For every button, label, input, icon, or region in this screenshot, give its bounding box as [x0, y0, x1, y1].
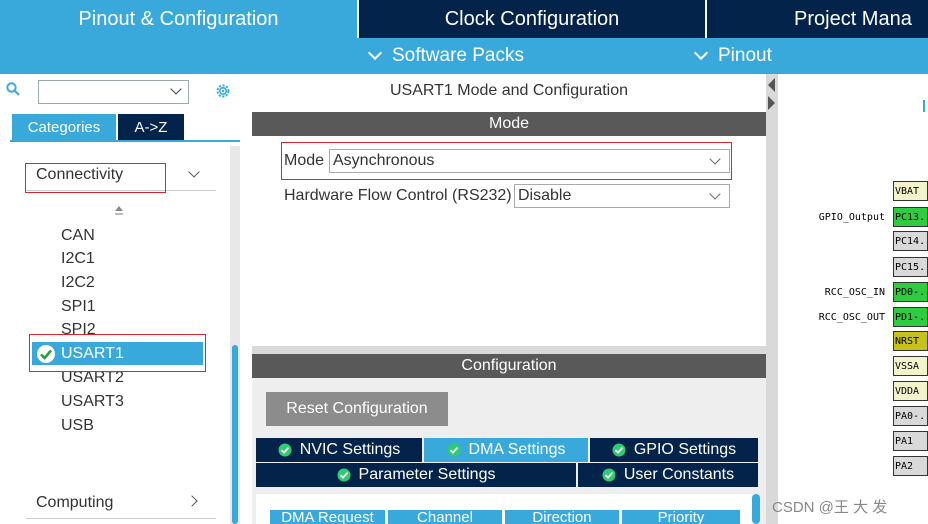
hardware-flow-control-select[interactable]: Disable [514, 184, 730, 208]
search-icon[interactable] [6, 82, 20, 96]
tab-parameter-label: Parameter Settings [358, 466, 496, 483]
hardware-flow-control-label: Hardware Flow Control (RS232) [284, 187, 512, 204]
pin-pa2[interactable]: PA2 [893, 456, 928, 476]
check-circle-icon [612, 443, 626, 457]
reset-configuration-button[interactable]: Reset Configuration [266, 392, 448, 426]
tab-parameter-settings[interactable]: Parameter Settings [256, 463, 576, 487]
tab-nvic-settings[interactable]: NVIC Settings [256, 438, 422, 462]
tab-user-constants-label: User Constants [623, 466, 735, 483]
chevron-down-icon[interactable] [170, 83, 182, 95]
chip-edge-marker [923, 100, 925, 112]
configuration-header: Configuration [252, 354, 766, 378]
column-header-dma-request[interactable]: DMA Request [270, 510, 385, 524]
pin-vdda[interactable]: VDDA [893, 381, 928, 401]
list-item-usb[interactable]: USB [61, 414, 94, 437]
tab-nvic-label: NVIC Settings [299, 441, 401, 458]
top-tab-bar: Pinout & Configuration Clock Configurati… [0, 0, 928, 38]
pin-pc13[interactable]: PC13. [893, 207, 928, 227]
pin-signal-label: RCC_OSC_OUT [818, 312, 885, 323]
pin-pa1[interactable]: PA1 [893, 431, 928, 451]
pin-nrst[interactable]: NRST [893, 331, 928, 351]
tab-pinout-configuration[interactable]: Pinout & Configuration [0, 0, 357, 38]
pin-signal-label: RCC_OSC_IN [824, 287, 885, 298]
software-packs-label: Software Packs [392, 45, 524, 66]
section-divider [26, 518, 216, 519]
expand-right-icon[interactable] [768, 96, 775, 110]
check-circle-icon [278, 443, 292, 457]
chevron-down-icon[interactable] [709, 188, 721, 200]
chevron-down-icon [693, 45, 709, 61]
tab-dma-settings[interactable]: DMA Settings [424, 438, 588, 462]
column-header-direction[interactable]: Direction [505, 510, 619, 524]
check-circle-icon [337, 468, 351, 482]
pin-pd0[interactable]: PD0-.. [893, 282, 928, 302]
pin-pc15[interactable]: PC15. [893, 257, 928, 277]
software-packs-menu[interactable]: Software Packs [367, 38, 524, 74]
tab-a-to-z[interactable]: A->Z [118, 114, 184, 140]
mode-header: Mode [252, 112, 766, 136]
pin-vbat[interactable]: VBAT [893, 181, 928, 201]
highlight-box-usart1 [29, 334, 206, 372]
category-tabs: Categories A->Z [10, 114, 240, 142]
pin-pa0[interactable]: PA0-.. [893, 406, 928, 426]
pin-pc14[interactable]: PC14. [893, 231, 928, 251]
list-item-usart3[interactable]: USART3 [61, 390, 124, 413]
tab-project-manager[interactable]: Project Mana [705, 0, 928, 38]
column-header-priority[interactable]: Priority [622, 510, 740, 524]
pin-pd1[interactable]: PD1-.. [893, 307, 928, 327]
highlight-box-connectivity [25, 163, 166, 193]
gear-icon[interactable] [214, 82, 232, 100]
list-item-i2c2[interactable]: I2C2 [61, 271, 95, 294]
panel-splitter[interactable] [766, 74, 778, 524]
highlight-box-mode [281, 142, 732, 180]
column-header-channel[interactable]: Channel [388, 510, 502, 524]
tab-dma-label: DMA Settings [468, 441, 566, 458]
sort-icon[interactable] [114, 206, 124, 218]
scrollbar-thumb[interactable] [752, 494, 760, 524]
tab-gpio-label: GPIO Settings [633, 441, 737, 458]
panel-divider[interactable] [252, 346, 766, 354]
search-input[interactable] [38, 80, 189, 104]
tab-clock-configuration[interactable]: Clock Configuration [357, 0, 705, 38]
sub-menu-bar: Software Packs Pinout [0, 38, 928, 74]
tab-user-constants[interactable]: User Constants [578, 463, 758, 487]
list-item-i2c1[interactable]: I2C1 [61, 247, 95, 270]
hardware-flow-control-value: Disable [518, 187, 572, 204]
pinout-label: Pinout [718, 45, 772, 66]
chevron-down-icon [367, 45, 383, 61]
check-circle-icon [602, 468, 616, 482]
list-item-spi1[interactable]: SPI1 [61, 295, 96, 318]
section-computing[interactable]: Computing [36, 494, 113, 512]
pin-vssa[interactable]: VSSA [893, 356, 928, 376]
watermark: CSDN @王 大 发 [772, 499, 888, 516]
pin-signal-label: GPIO_Output [818, 212, 885, 223]
collapse-left-icon[interactable] [768, 78, 775, 92]
tab-gpio-settings[interactable]: GPIO Settings [590, 438, 758, 462]
panel-title: USART1 Mode and Configuration [389, 82, 629, 99]
scrollbar-thumb[interactable] [232, 345, 238, 524]
tab-categories[interactable]: Categories [12, 114, 116, 140]
check-circle-icon [447, 443, 461, 457]
list-item-can[interactable]: CAN [61, 224, 95, 247]
pinout-menu[interactable]: Pinout [693, 38, 772, 74]
